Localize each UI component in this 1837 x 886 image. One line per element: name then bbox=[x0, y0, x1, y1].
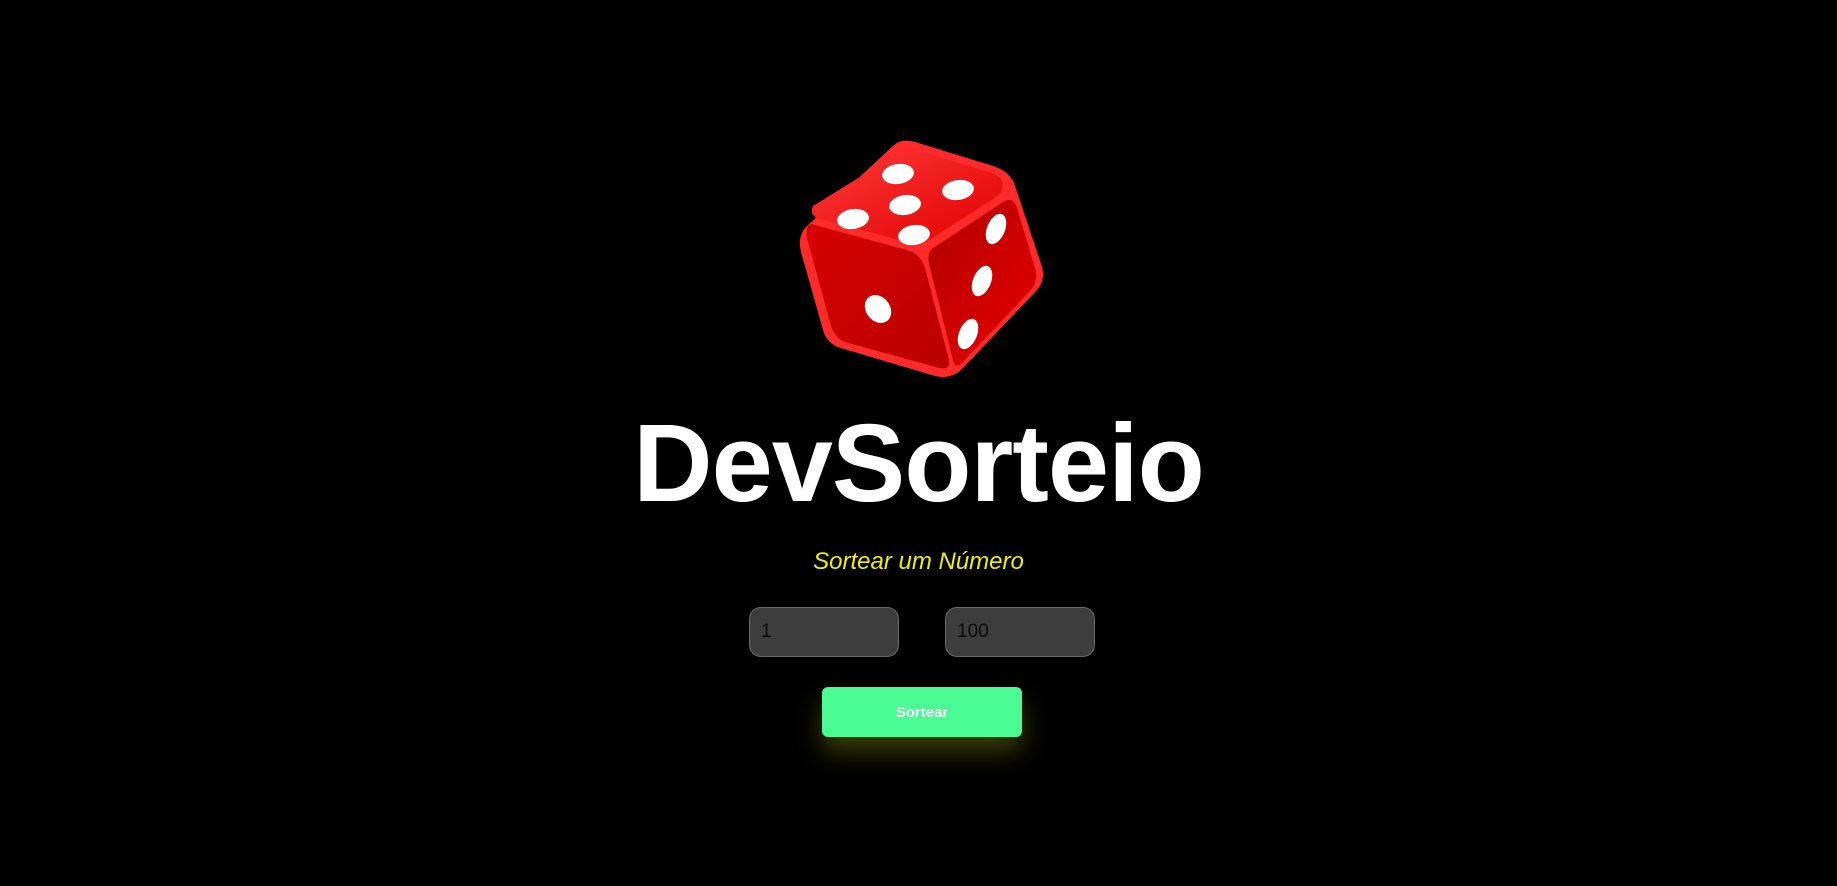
max-number-input[interactable] bbox=[945, 607, 1095, 657]
draw-button[interactable]: Sortear bbox=[822, 687, 1022, 737]
page: DevSorteio Sortear um Número Sortear bbox=[0, 0, 1837, 886]
subtitle: Sortear um Número bbox=[813, 548, 1024, 575]
min-number-input[interactable] bbox=[749, 607, 899, 657]
dice-svg bbox=[799, 140, 1043, 377]
app-title: DevSorteio bbox=[633, 402, 1205, 525]
dice-icon bbox=[797, 140, 1049, 390]
